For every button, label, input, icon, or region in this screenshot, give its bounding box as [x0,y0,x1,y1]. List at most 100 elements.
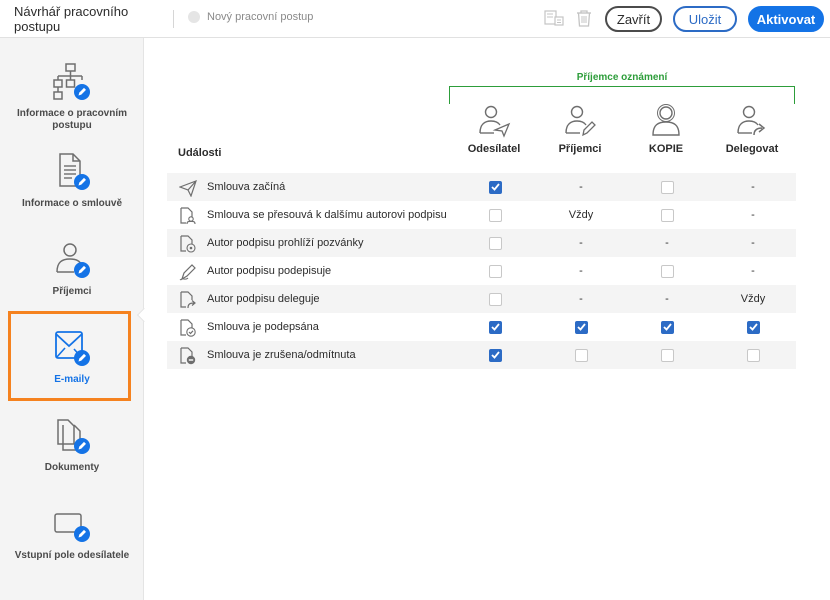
table-row: Smlouva začíná - - [167,173,796,201]
checkbox-cell [624,201,710,229]
column-label: Odesílatel [467,143,521,155]
sidebar-item-label: E-maily [54,374,90,385]
checkbox-cell [624,341,710,369]
checkbox-unchecked[interactable] [746,348,760,362]
next-signer-icon [180,207,196,225]
delegate-icon [737,105,766,136]
checkbox-cell [710,313,796,341]
event-label: Autor podpisu deleguje [207,293,320,305]
check-icon [490,351,500,359]
table-row: Autor podpisu deleguje - - Vždy [167,285,796,313]
sidebar-item-workflow-info[interactable]: Informace o pracovním postupu [0,62,144,132]
table-row: Smlouva se přesouvá k dalšímu autorovi p… [167,201,796,229]
checkbox-cell [710,341,796,369]
checkbox-cell [452,201,538,229]
column-label: Příjemci [558,143,602,155]
checkbox-checked[interactable] [660,320,674,334]
save-as-template-icon[interactable] [544,9,564,27]
event-label: Smlouva je podepsána [207,321,319,333]
event-label: Smlouva se přesouvá k dalšímu autorovi p… [207,209,447,221]
app-title: Návrhář pracovního postupu [14,4,129,34]
send-plane-icon [179,179,197,197]
column-label: Delegovat [725,143,779,155]
sidebar-item-label: Vstupní pole odesílatele [14,550,130,561]
checkbox-cell [624,173,710,201]
table-row: Smlouva je podepsána [167,313,796,341]
table-row: Autor podpisu podepisuje - - [167,257,796,285]
workflow-status: Nový pracovní postup [188,11,313,23]
checkbox-checked[interactable] [574,320,588,334]
cc-icon [652,104,680,136]
sidebar-item-label: Dokumenty [44,462,100,473]
check-icon [662,323,672,331]
checkbox-unchecked[interactable] [488,208,502,222]
checkbox-checked[interactable] [488,180,502,194]
checkbox-cell [624,257,710,285]
workflow-name: Nový pracovní postup [207,11,314,23]
notification-table: Smlouva začíná - - Smlouva se přesouvá k da… [167,173,796,369]
checkbox-unchecked[interactable] [660,208,674,222]
status-dot-icon [188,11,200,23]
checkbox-cell [452,313,538,341]
checkbox-unchecked[interactable] [488,264,502,278]
sidebar-item-sender-input-fields[interactable]: Vstupní pole odesílatele [0,504,144,562]
sidebar-item-recipients[interactable]: Příjemci [0,240,144,298]
column-header-delegate: Delegovat [709,104,795,155]
sidebar-item-label: Příjemci [52,286,92,297]
checkbox-unchecked[interactable] [660,180,674,194]
value-cell: Vždy [568,209,594,221]
sidebar-item-label: Informace o smlouvě [21,198,123,209]
sidebar-item-documents[interactable]: Dokumenty [0,416,144,474]
checkbox-unchecked[interactable] [488,236,502,250]
events-header: Události [178,147,222,159]
event-label: Autor podpisu podepisuje [207,265,332,277]
checkbox-unchecked[interactable] [488,292,502,306]
checkbox-cell [538,313,624,341]
event-label: Smlouva začíná [207,181,286,193]
checkbox-cell [452,341,538,369]
column-label: KOPIE [648,143,684,155]
sidebar-item-emails[interactable]: E-maily [0,328,144,386]
value-cell: - [751,265,755,277]
close-button[interactable]: Zavřít [605,6,662,32]
recipient-group-bracket [449,86,795,104]
column-header-sender: Odesílatel [451,104,537,155]
value-cell: - [751,209,755,221]
delete-trash-icon[interactable] [575,9,593,28]
sidebar: Informace o pracovním postupu Informace … [0,38,144,600]
column-header-cc: KOPIE [623,104,709,155]
checkbox-checked[interactable] [746,320,760,334]
checkbox-cell [452,285,538,313]
agreement-document-icon [59,153,90,190]
cancelled-doc-icon [180,347,196,365]
table-row: Smlouva je zrušena/odmítnuta [167,341,796,369]
check-icon [490,323,500,331]
signed-check-icon [180,319,196,337]
check-icon [576,323,586,331]
email-settings-panel: Příjemce oznámení Odesílatel Příjemci KO… [145,38,830,600]
activate-button[interactable]: Aktivovat [748,6,824,32]
header-divider [173,10,174,28]
checkbox-checked[interactable] [488,320,502,334]
recipient-icon [565,105,596,137]
checkbox-checked[interactable] [488,348,502,362]
top-bar: Návrhář pracovního postupu Nový pracovní… [0,0,830,38]
value-cell: - [665,293,669,305]
save-button[interactable]: Uložit [673,6,737,32]
check-icon [490,183,500,191]
input-field-icon [54,513,90,542]
value-cell: - [751,181,755,193]
value-cell: - [665,237,669,249]
checkbox-cell [452,173,538,201]
checkbox-unchecked[interactable] [660,348,674,362]
checkbox-cell [452,257,538,285]
checkbox-unchecked[interactable] [660,264,674,278]
value-cell: - [751,237,755,249]
sidebar-item-agreement-info[interactable]: Informace o smlouvě [0,152,144,210]
signing-pen-icon [179,264,196,281]
value-cell: Vždy [740,293,766,305]
value-cell: - [579,293,583,305]
checkbox-cell [538,341,624,369]
recipient-person-icon [56,243,90,278]
checkbox-unchecked[interactable] [574,348,588,362]
